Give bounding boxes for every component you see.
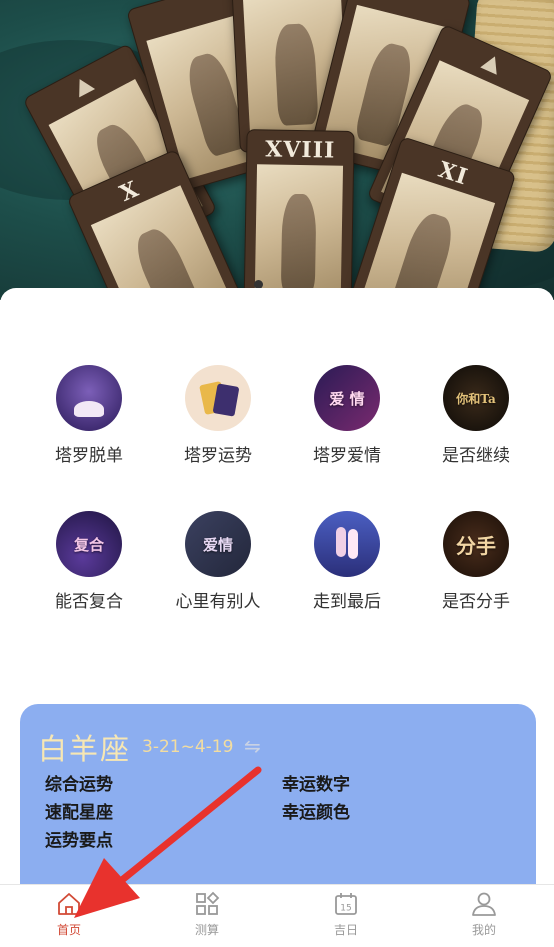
bottom-tab-bar: 首页 测算 15 吉日 我的 <box>0 884 554 947</box>
menu-item-label: 能否复合 <box>55 592 123 612</box>
link-lucky-color[interactable]: 幸运颜色 <box>282 798 350 823</box>
tab-mine[interactable]: 我的 <box>444 891 524 938</box>
menu-item-label: 心里有别人 <box>175 592 261 612</box>
tab-auspicious-day[interactable]: 15 吉日 <box>306 891 386 938</box>
zodiac-date-range: 3-21~4-19 <box>142 737 234 757</box>
zodiac-name: 白羊座 <box>38 732 132 766</box>
menu-item-continue[interactable]: 你和Ta 是否继续 <box>411 365 541 466</box>
link-match-sign[interactable]: 速配星座 <box>45 798 113 823</box>
menu-item-label: 是否分手 <box>442 592 510 612</box>
continue-question-icon: 你和Ta <box>443 365 509 431</box>
calendar-icon: 15 <box>335 893 357 915</box>
triangle-icon <box>71 74 96 98</box>
user-icon <box>472 892 496 916</box>
icon-glyph: 分手 <box>456 533 496 558</box>
switch-zodiac-icon[interactable]: ⇋ <box>244 734 261 758</box>
tarot-single-icon <box>56 365 122 431</box>
menu-item-label: 是否继续 <box>442 446 510 466</box>
tarot-card: XVIII <box>243 129 355 300</box>
link-fortune-points[interactable]: 运势要点 <box>45 826 113 851</box>
card-shape <box>212 383 240 417</box>
card-art <box>254 164 344 300</box>
figure-shape <box>74 401 104 417</box>
menu-item-reunion[interactable]: 复合 能否复合 <box>24 511 154 612</box>
tarot-fortune-icon <box>185 365 251 431</box>
card-numeral: XVIII <box>265 136 336 164</box>
menu-item-label: 塔罗运势 <box>184 446 252 466</box>
menu-item-label: 塔罗爱情 <box>313 446 381 466</box>
icon-glyph: 爱情 <box>202 535 233 554</box>
calendar-day: 15 <box>340 904 351 914</box>
breakup-icon: 分手 <box>443 511 509 577</box>
tab-label: 我的 <box>471 923 496 937</box>
icon-glyph: 你和Ta <box>456 391 496 406</box>
tab-label: 测算 <box>194 923 219 937</box>
menu-item-tarot-fortune[interactable]: 塔罗运势 <box>153 365 283 466</box>
menu-item-tarot-love[interactable]: 爱 情 塔罗爱情 <box>282 365 412 466</box>
hero-banner[interactable]: 5 X XVIII XI <box>0 0 554 300</box>
tab-label: 吉日 <box>333 923 358 937</box>
last-together-icon <box>314 511 380 577</box>
tab-label: 首页 <box>56 923 81 937</box>
menu-item-label: 走到最后 <box>313 592 381 612</box>
link-overall-fortune[interactable]: 综合运势 <box>45 770 113 795</box>
someone-else-icon: 爱情 <box>185 511 251 577</box>
triangle-icon <box>480 52 504 75</box>
reunion-icon: 复合 <box>56 511 122 577</box>
menu-item-someone-else[interactable]: 爱情 心里有别人 <box>153 511 283 612</box>
icon-glyph: 爱 情 <box>329 389 365 408</box>
menu-item-label: 塔罗脱单 <box>55 446 123 466</box>
menu-item-breakup[interactable]: 分手 是否分手 <box>411 511 541 612</box>
zodiac-panel: 白羊座 3-21~4-19 ⇋ 综合运势 速配星座 运势要点 幸运数字 幸运颜色 <box>20 704 536 904</box>
menu-item-tarot-single[interactable]: 塔罗脱单 <box>24 365 154 466</box>
figure-shape <box>336 527 346 557</box>
tab-home[interactable]: 首页 <box>29 891 109 938</box>
tab-calculate[interactable]: 测算 <box>167 891 247 938</box>
link-lucky-number[interactable]: 幸运数字 <box>282 770 350 795</box>
tarot-love-icon: 爱 情 <box>314 365 380 431</box>
home-icon <box>58 893 80 915</box>
menu-item-last-together[interactable]: 走到最后 <box>282 511 412 612</box>
grid-apps-icon <box>196 891 220 915</box>
icon-glyph: 复合 <box>73 535 104 554</box>
figure-shape <box>348 529 358 559</box>
